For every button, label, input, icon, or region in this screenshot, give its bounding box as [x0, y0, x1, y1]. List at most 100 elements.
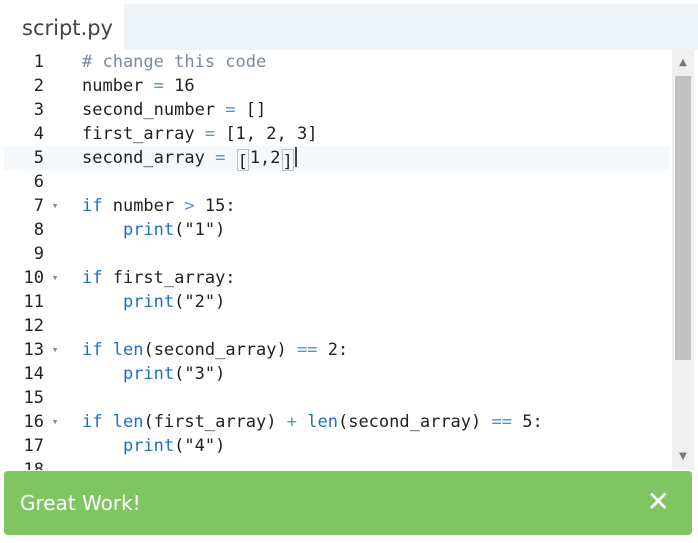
code-token: [	[236, 149, 249, 172]
code-token: if	[82, 412, 103, 432]
code-text: if len(second_array) == 2:	[82, 338, 348, 362]
code-token: (first_array)	[143, 412, 287, 432]
code-line[interactable]: 9	[4, 242, 670, 266]
line-number: 1	[33, 52, 44, 72]
vertical-scrollbar[interactable]: ▲ ▼	[672, 50, 694, 470]
line-number: 9	[33, 244, 44, 264]
code-line[interactable]: 6	[4, 170, 670, 194]
text-cursor	[294, 147, 297, 167]
code-text: number = 16	[82, 74, 195, 98]
code-lines[interactable]: 1 # change this code 2 number = 16 3 second_n…	[4, 50, 670, 470]
tab-script-py[interactable]: script.py	[4, 4, 124, 50]
line-number: 8	[33, 220, 44, 240]
line-number: 6	[33, 172, 44, 192]
line-number: 17	[23, 436, 44, 456]
code-line[interactable]: 11 print("2")	[4, 290, 670, 314]
code-token: ("3")	[174, 364, 226, 384]
code-line[interactable]: 8 print("1")	[4, 218, 670, 242]
code-line[interactable]: 13 ▾ if len(second_array) == 2:	[4, 338, 670, 362]
code-token: print	[122, 220, 175, 240]
line-number: 16	[23, 412, 44, 432]
code-token: number	[82, 76, 154, 96]
code-token: 16	[163, 76, 195, 96]
line-number: 2	[33, 76, 44, 96]
code-text: # change this code	[82, 50, 266, 74]
code-line[interactable]: 15	[4, 386, 670, 410]
code-text: print("2")	[82, 290, 225, 314]
code-token: len	[112, 412, 144, 432]
code-token: if	[82, 196, 103, 216]
code-text: print("3")	[82, 362, 225, 386]
line-number: 5	[33, 148, 44, 168]
code-token: ==	[491, 412, 512, 432]
code-token: if	[82, 340, 103, 360]
line-number: 7	[33, 196, 44, 216]
code-token: number	[102, 196, 185, 216]
code-line[interactable]: 16 ▾ if len(first_array) + len(second_arra…	[4, 410, 670, 434]
code-line[interactable]: 14 print("3")	[4, 362, 670, 386]
code-line[interactable]: 5 second_array = [1,2]	[4, 146, 670, 172]
code-line[interactable]: 7 ▾ if number > 15:	[4, 194, 670, 218]
scroll-up-icon[interactable]: ▲	[672, 52, 694, 74]
code-line[interactable]: 10 ▾ if first_array:	[4, 266, 670, 290]
line-number: 4	[33, 124, 44, 144]
toast-message: Great Work!	[20, 491, 141, 515]
code-token: ("4")	[174, 436, 226, 456]
code-token: len	[307, 412, 338, 432]
code-line[interactable]: 12	[4, 314, 670, 338]
line-number: 14	[23, 364, 44, 384]
line-number: 12	[23, 316, 44, 336]
fold-arrow-icon[interactable]: ▾	[49, 266, 61, 290]
code-text: print("4")	[82, 434, 225, 458]
code-token: 2:	[317, 340, 349, 360]
code-token: 1,2	[249, 148, 281, 168]
code-token: print	[122, 292, 175, 312]
code-line[interactable]: 17 print("4")	[4, 434, 670, 458]
line-number: 11	[23, 292, 44, 312]
line-number: 10	[23, 268, 44, 288]
code-token: (second_array)	[143, 340, 297, 360]
code-token: first_array	[82, 124, 205, 144]
code-token: ]	[281, 149, 294, 172]
app-window: script.py 1 # change this code 2 number = 1…	[0, 0, 698, 543]
code-token: print	[122, 364, 175, 384]
code-token: if	[82, 268, 103, 288]
code-token: first_array:	[102, 268, 236, 288]
scroll-down-icon[interactable]: ▼	[672, 446, 694, 468]
code-token: len	[112, 340, 144, 360]
fold-arrow-icon[interactable]: ▾	[49, 338, 61, 362]
line-number: 3	[33, 100, 44, 120]
code-text: if len(first_array) + len(second_array) …	[82, 410, 543, 434]
code-text: print("1")	[82, 218, 225, 242]
code-text: second_number = []	[82, 98, 266, 122]
line-number: 15	[23, 388, 44, 408]
code-line[interactable]: 18	[4, 458, 670, 470]
code-token: ("2")	[174, 292, 226, 312]
code-line[interactable]: 1 # change this code	[4, 50, 670, 74]
code-text: first_array = [1, 2, 3]	[82, 122, 317, 146]
fold-arrow-icon[interactable]: ▾	[49, 410, 61, 434]
code-text: second_array = [1,2]	[82, 146, 297, 172]
code-token: second_array	[82, 148, 216, 168]
code-token: second_number	[82, 100, 226, 120]
code-token: =	[204, 124, 216, 144]
code-token: (second_array)	[337, 412, 492, 432]
code-token: ("1")	[174, 220, 226, 240]
code-token: >	[184, 196, 195, 216]
code-token: =	[215, 148, 226, 168]
fold-arrow-icon[interactable]: ▾	[49, 194, 61, 218]
close-icon[interactable]: ✕	[647, 471, 670, 533]
code-line[interactable]: 2 number = 16	[4, 74, 670, 98]
line-number: 18	[23, 460, 44, 470]
code-line[interactable]: 3 second_number = []	[4, 98, 670, 122]
scroll-thumb[interactable]	[675, 76, 691, 360]
code-line[interactable]: 4 first_array = [1, 2, 3]	[4, 122, 670, 146]
code-token: []	[235, 100, 267, 120]
code-editor[interactable]: 1 # change this code 2 number = 16 3 second_n…	[4, 50, 698, 470]
